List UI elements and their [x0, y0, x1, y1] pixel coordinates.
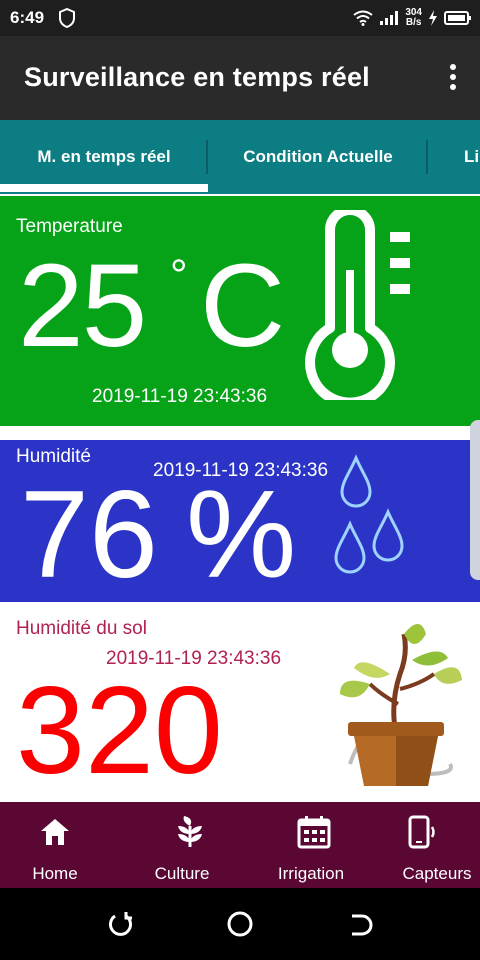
temperature-timestamp: 2019-11-19 23:43:36: [92, 386, 268, 407]
nav-irrigation-label: Irrigation: [277, 864, 345, 883]
home-button-icon[interactable]: [226, 910, 254, 938]
nav-home-label: Home: [32, 864, 78, 883]
status-icons: 304 B/s: [353, 4, 472, 32]
tab-third[interactable]: Li: [428, 120, 480, 194]
phone-vibrate-icon: [408, 815, 435, 849]
soil-humidity-card[interactable]: Humidité du sol 2019-11-19 23:43:36 320: [0, 602, 480, 802]
overflow-menu-icon[interactable]: [448, 64, 458, 94]
bottom-navigation: Home Culture Irrigation Capteurs: [0, 802, 480, 888]
temperature-label: Temperature: [16, 216, 123, 237]
humidity-card[interactable]: Humidité 2019-11-19 23:43:36 76 %: [0, 440, 480, 602]
tab-current-condition[interactable]: Condition Actuelle: [208, 120, 428, 194]
tab-realtime[interactable]: M. en temps réel: [0, 120, 208, 194]
home-icon: [41, 819, 69, 845]
charging-icon: [429, 10, 437, 26]
leaf-icon: [178, 816, 202, 847]
humidity-unit: %: [186, 466, 297, 604]
water-drops-icon: [334, 454, 404, 574]
potted-plant-icon: [340, 624, 462, 786]
temperature-card[interactable]: Temperature 25 ° C 2019-11-19 23:43:36: [0, 194, 480, 426]
signal-icon: [380, 11, 399, 25]
recent-apps-icon[interactable]: [106, 910, 134, 938]
status-time: 6:49: [10, 8, 45, 27]
network-speed-unit: B/s: [405, 17, 422, 28]
temperature-unit: C: [200, 240, 286, 372]
nav-capteurs-label: Capteurs: [402, 864, 472, 883]
shield-icon: [59, 8, 75, 28]
nav-culture-label: Culture: [154, 864, 210, 883]
app-bar: Surveillance en temps réel: [0, 36, 480, 120]
nav-culture[interactable]: Culture: [120, 802, 244, 888]
nav-home[interactable]: Home: [0, 802, 110, 888]
humidity-label: Humidité: [16, 446, 91, 467]
tab-bar: M. en temps réel Condition Actuelle Li: [0, 120, 480, 194]
back-icon[interactable]: [346, 910, 374, 938]
tab-selected-indicator: [0, 184, 208, 192]
system-navigation-bar: [0, 888, 480, 960]
status-bar: 6:49 304 B/s: [0, 0, 480, 36]
temperature-degree: °: [170, 251, 188, 300]
temperature-value: 25: [18, 240, 147, 372]
page-title: Surveillance en temps réel: [24, 62, 370, 92]
network-speed: 304 B/s: [405, 8, 422, 28]
battery-icon: [444, 11, 471, 25]
thermometer-icon: [305, 210, 410, 400]
soil-humidity-label: Humidité du sol: [16, 618, 147, 639]
calendar-icon: [297, 816, 331, 849]
soil-humidity-value: 320: [16, 662, 223, 800]
nav-irrigation[interactable]: Irrigation: [250, 802, 374, 888]
nav-capteurs[interactable]: Capteurs: [380, 802, 480, 888]
wifi-icon: [353, 10, 373, 26]
edge-panel-handle[interactable]: [470, 420, 480, 580]
humidity-value: 76: [20, 466, 158, 604]
panel-gap: [0, 426, 480, 440]
